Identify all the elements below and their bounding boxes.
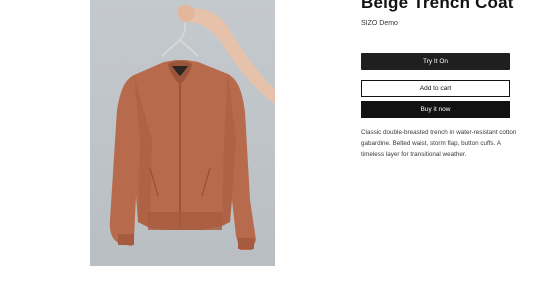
product-title: Beige Trench Coat [361, 0, 514, 12]
product-image[interactable] [90, 0, 275, 266]
buy-it-now-button[interactable]: Buy it now [361, 101, 510, 118]
product-description: Classic double-breasted trench in water-… [361, 129, 517, 158]
jacket-photo-icon [109, 4, 275, 250]
add-to-cart-button[interactable]: Add to cart [361, 80, 510, 97]
product-vendor: SIZO Demo [361, 20, 398, 27]
try-it-on-button[interactable]: Try It On [361, 53, 510, 70]
product-page: Beige Trench Coat SIZO Demo Try It On Ad… [0, 0, 542, 305]
